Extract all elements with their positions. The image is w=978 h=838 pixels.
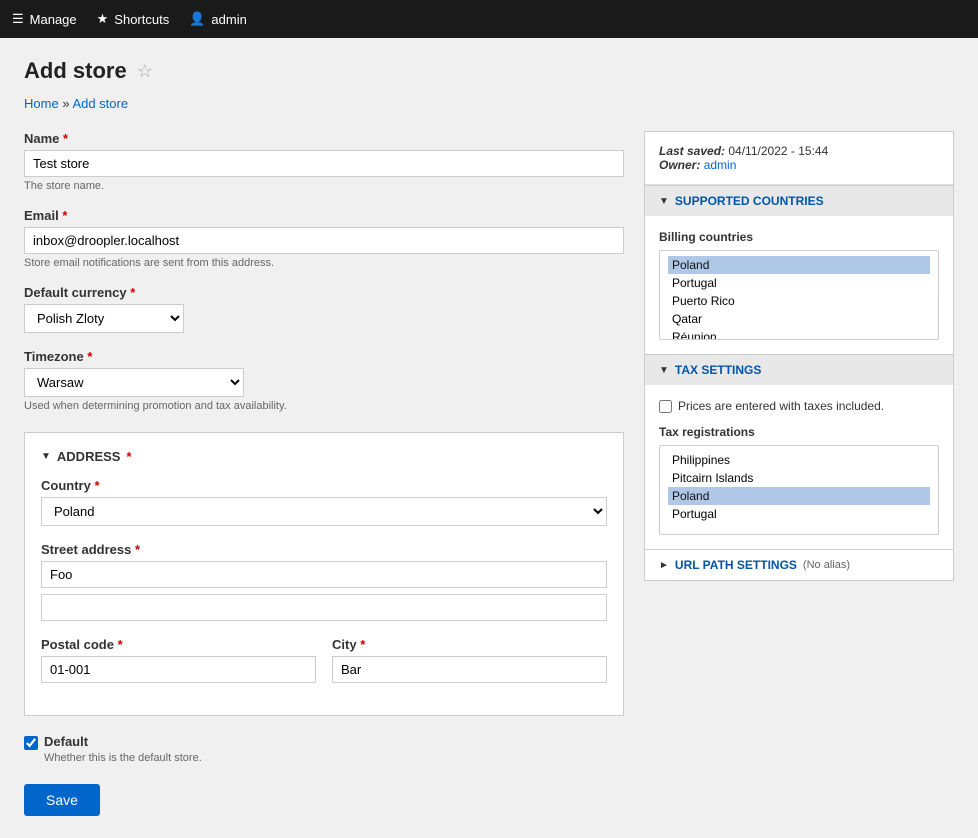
- email-input[interactable]: [24, 227, 624, 254]
- manage-icon: ☰: [12, 11, 24, 27]
- postal-city-row: Postal code * City *: [41, 637, 607, 699]
- prices-tax-checkbox[interactable]: [659, 400, 672, 413]
- favorite-icon[interactable]: ☆: [137, 61, 153, 82]
- city-required-marker: *: [360, 637, 365, 652]
- supported-countries-collapse-icon: ▼: [659, 196, 669, 207]
- currency-select[interactable]: Polish Zloty Euro US Dollar: [24, 304, 184, 333]
- email-field-group: Email * Store email notifications are se…: [24, 208, 624, 269]
- supported-countries-header[interactable]: ▼ SUPPORTED COUNTRIES: [645, 186, 953, 216]
- admin-label: admin: [211, 12, 246, 27]
- street-label: Street address *: [41, 542, 607, 557]
- address-required-marker: *: [126, 449, 131, 464]
- billing-countries-label: Billing countries: [659, 230, 939, 244]
- last-saved-row: Last saved: 04/11/2022 - 15:44: [659, 144, 939, 158]
- main-layout: Name * The store name. Email * Store ema…: [24, 131, 954, 816]
- last-saved-label: Last saved:: [659, 144, 725, 158]
- user-icon: 👤: [189, 11, 205, 27]
- supported-countries-title: SUPPORTED COUNTRIES: [675, 194, 824, 208]
- email-hint: Store email notifications are sent from …: [24, 257, 624, 269]
- currency-required-marker: *: [130, 285, 135, 300]
- last-saved-value: 04/11/2022 - 15:44: [728, 144, 828, 158]
- city-field-group: City *: [332, 637, 607, 683]
- postal-required-marker: *: [118, 637, 123, 652]
- page-title-row: Add store ☆: [24, 58, 954, 84]
- left-column: Name * The store name. Email * Store ema…: [24, 131, 624, 816]
- supported-countries-section: ▼ SUPPORTED COUNTRIES Billing countries …: [645, 185, 953, 354]
- url-path-header[interactable]: ► URL PATH SETTINGS (No alias): [645, 550, 953, 580]
- timezone-select[interactable]: Warsaw UTC London: [24, 368, 244, 397]
- shortcuts-button[interactable]: ★ Shortcuts: [97, 11, 170, 27]
- topnav: ☰ Manage ★ Shortcuts 👤 admin: [0, 0, 978, 38]
- billing-countries-listbox[interactable]: Poland Portugal Puerto Rico Qatar Réunio…: [659, 250, 939, 340]
- default-label: Default: [44, 734, 202, 749]
- street-input-2[interactable]: [41, 594, 607, 621]
- timezone-hint: Used when determining promotion and tax …: [24, 400, 624, 412]
- address-section: ▼ ADDRESS * Country * Poland Germany Fra…: [24, 432, 624, 716]
- tax-settings-title: TAX SETTINGS: [675, 363, 761, 377]
- currency-field-group: Default currency * Polish Zloty Euro US …: [24, 285, 624, 333]
- timezone-required-marker: *: [87, 349, 92, 364]
- default-row: Default Whether this is the default stor…: [24, 734, 624, 764]
- manage-button[interactable]: ☰ Manage: [12, 11, 77, 27]
- city-input[interactable]: [332, 656, 607, 683]
- info-card: Last saved: 04/11/2022 - 15:44 Owner: ad…: [644, 131, 954, 581]
- address-section-title: ▼ ADDRESS *: [41, 449, 607, 464]
- default-checkbox[interactable]: [24, 736, 38, 750]
- url-path-title: URL PATH SETTINGS: [675, 558, 797, 572]
- supported-countries-body: Billing countries Poland Portugal Puerto…: [645, 216, 953, 354]
- tax-settings-section: ▼ TAX SETTINGS Prices are entered with t…: [645, 354, 953, 549]
- postal-field-group: Postal code *: [41, 637, 316, 683]
- currency-label: Default currency *: [24, 285, 624, 300]
- name-label: Name *: [24, 131, 624, 146]
- tax-settings-collapse-icon: ▼: [659, 365, 669, 376]
- url-path-expand-icon: ►: [659, 560, 669, 571]
- name-required-marker: *: [63, 131, 68, 146]
- name-input[interactable]: [24, 150, 624, 177]
- no-alias-label: (No alias): [803, 559, 850, 571]
- timezone-label: Timezone *: [24, 349, 624, 364]
- name-hint: The store name.: [24, 180, 624, 192]
- tax-settings-header[interactable]: ▼ TAX SETTINGS: [645, 355, 953, 385]
- manage-label: Manage: [30, 12, 77, 27]
- email-label: Email *: [24, 208, 624, 223]
- postal-input[interactable]: [41, 656, 316, 683]
- breadcrumb-home[interactable]: Home: [24, 96, 59, 111]
- default-hint: Whether this is the default store.: [44, 752, 202, 764]
- info-card-top: Last saved: 04/11/2022 - 15:44 Owner: ad…: [645, 132, 953, 185]
- tax-registrations-label: Tax registrations: [659, 425, 939, 439]
- city-label: City *: [332, 637, 607, 652]
- tax-registrations-listbox[interactable]: Philippines Pitcairn Islands Poland Port…: [659, 445, 939, 535]
- postal-label: Postal code *: [41, 637, 316, 652]
- save-button[interactable]: Save: [24, 784, 100, 816]
- breadcrumb: Home » Add store: [24, 96, 954, 111]
- owner-label: Owner:: [659, 158, 700, 172]
- owner-link[interactable]: admin: [704, 158, 737, 172]
- tax-settings-body: Prices are entered with taxes included. …: [645, 385, 953, 549]
- right-column: Last saved: 04/11/2022 - 15:44 Owner: ad…: [644, 131, 954, 581]
- street-field-group: Street address *: [41, 542, 607, 621]
- country-label: Country *: [41, 478, 607, 493]
- owner-row: Owner: admin: [659, 158, 939, 172]
- street-required-marker: *: [135, 542, 140, 557]
- country-field-group: Country * Poland Germany France: [41, 478, 607, 526]
- email-required-marker: *: [62, 208, 67, 223]
- name-field-group: Name * The store name.: [24, 131, 624, 192]
- page-title: Add store: [24, 58, 127, 84]
- address-collapse-icon[interactable]: ▼: [41, 451, 51, 462]
- prices-tax-label: Prices are entered with taxes included.: [678, 399, 884, 413]
- star-icon: ★: [97, 11, 109, 27]
- shortcuts-label: Shortcuts: [114, 12, 169, 27]
- timezone-field-group: Timezone * Warsaw UTC London Used when d…: [24, 349, 624, 412]
- admin-button[interactable]: 👤 admin: [189, 11, 247, 27]
- breadcrumb-current[interactable]: Add store: [72, 96, 128, 111]
- page-wrapper: Add store ☆ Home » Add store Name * The …: [0, 38, 978, 836]
- url-path-section: ► URL PATH SETTINGS (No alias): [645, 549, 953, 580]
- street-input-1[interactable]: [41, 561, 607, 588]
- tax-checkbox-row: Prices are entered with taxes included.: [659, 399, 939, 413]
- country-required-marker: *: [94, 478, 99, 493]
- country-select[interactable]: Poland Germany France: [41, 497, 607, 526]
